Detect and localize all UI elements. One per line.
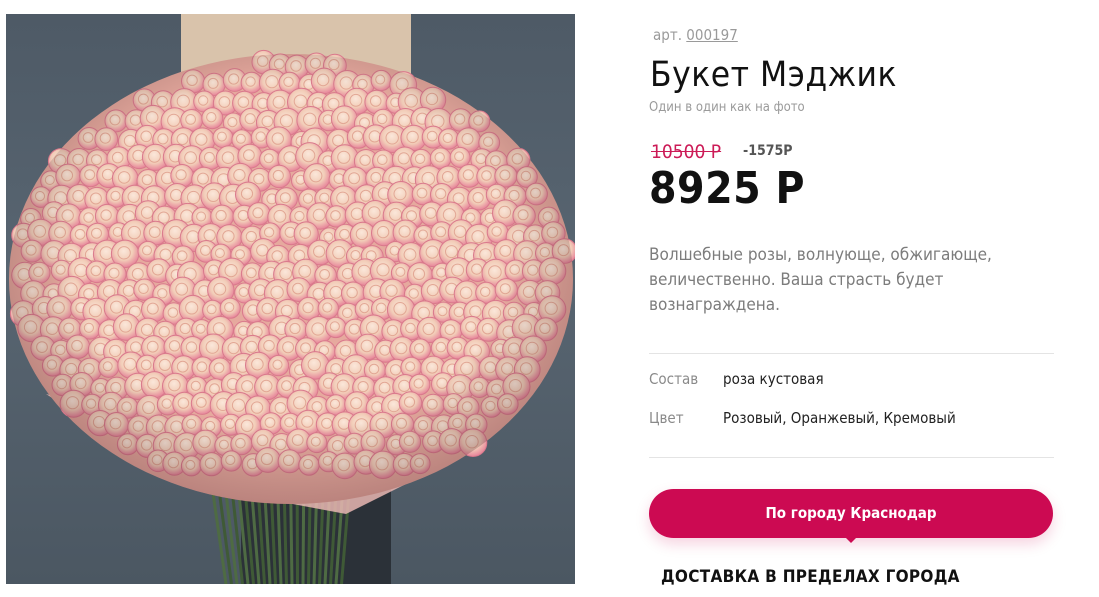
current-price: 8925 Р (649, 163, 805, 214)
delivery-heading: ДОСТАВКА В ПРЕДЕЛАХ ГОРОДА (661, 567, 960, 587)
divider (649, 457, 1054, 458)
sku-label: арт. (653, 26, 682, 44)
attribute-label: Состав (649, 370, 699, 388)
sku-value[interactable]: 000197 (686, 26, 738, 44)
product-subtitle: Один в один как на фото (649, 100, 805, 115)
sku: арт. 000197 (653, 26, 738, 44)
old-price: 10500 Р (651, 141, 722, 163)
discount-badge: -1575Р (743, 143, 793, 159)
attribute-value: роза кустовая (723, 370, 824, 388)
bouquet-image (9, 14, 575, 584)
attribute-label: Цвет (649, 409, 684, 427)
product-info: арт. 000197 Букет Мэджик Один в один как… (649, 0, 1054, 597)
product-photo[interactable] (6, 14, 575, 584)
bouquet-shade (9, 54, 573, 504)
product-description: Волшебные розы, волнующе, обжигающе, вел… (649, 245, 992, 315)
attribute-value: Розовый, Оранжевый, Кремовый (723, 409, 956, 427)
delivery-city-button[interactable]: По городу Краснодар (649, 489, 1053, 538)
divider (649, 353, 1054, 354)
button-pointer (844, 536, 858, 543)
product-title: Букет Мэджик (650, 55, 898, 95)
